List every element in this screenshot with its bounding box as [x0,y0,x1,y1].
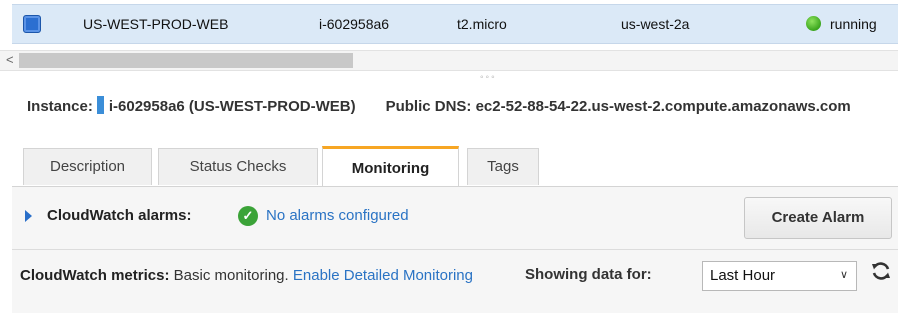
instance-type: t2.micro [457,16,507,32]
instance-color-marker-icon [96,96,104,114]
metrics-text: Basic monitoring. [173,267,289,284]
running-status-icon [806,16,821,31]
horizontal-scrollbar[interactable]: < [0,50,898,71]
scroll-left-arrow-icon[interactable]: < [6,52,14,67]
time-range-select[interactable]: Last Hour ∨ [702,261,857,291]
scrollbar-thumb[interactable] [19,53,353,68]
alarms-status-link[interactable]: No alarms configured [266,207,409,224]
tab-status-checks[interactable]: Status Checks [158,148,318,185]
cloudwatch-metrics-panel: CloudWatch metrics: Basic monitoring. En… [12,250,898,313]
check-icon: ✓ [238,206,258,226]
create-alarm-button[interactable]: Create Alarm [744,197,892,239]
resize-grip-icon[interactable]: ◦◦◦ [480,72,497,83]
time-range-value: Last Hour [710,267,776,284]
showing-data-label: Showing data for: [525,266,652,283]
instance-state: running [830,16,877,32]
chevron-down-icon: ∨ [839,269,848,281]
expand-caret-icon[interactable] [25,210,32,222]
metrics-label: CloudWatch metrics: [20,267,170,284]
public-dns-value: ec2-52-88-54-22.us-west-2.compute.amazon… [475,98,851,115]
instance-header: Instance: i-602958a6 (US-WEST-PROD-WEB) Pu… [27,89,877,124]
tab-monitoring[interactable]: Monitoring [322,146,459,189]
public-dns-label: Public DNS: [385,98,472,115]
metrics-description: CloudWatch metrics: Basic monitoring. En… [20,266,510,286]
tab-description[interactable]: Description [23,148,152,185]
enable-detailed-monitoring-link[interactable]: Enable Detailed Monitoring [293,267,473,284]
cloudwatch-alarms-panel: CloudWatch alarms: ✓ No alarms configure… [12,187,898,250]
availability-zone: us-west-2a [621,16,690,32]
row-checkbox[interactable] [23,15,41,33]
instance-row[interactable]: US-WEST-PROD-WEB i-602958a6 t2.micro us-… [12,4,898,44]
instance-id: i-602958a6 [319,16,390,32]
refresh-icon[interactable] [869,259,893,283]
alarms-label[interactable]: CloudWatch alarms: [47,207,191,224]
instance-label: Instance: [27,98,93,115]
instance-name: US-WEST-PROD-WEB [83,16,229,32]
instance-value: i-602958a6 (US-WEST-PROD-WEB) [108,98,356,115]
tab-tags[interactable]: Tags [467,148,539,185]
